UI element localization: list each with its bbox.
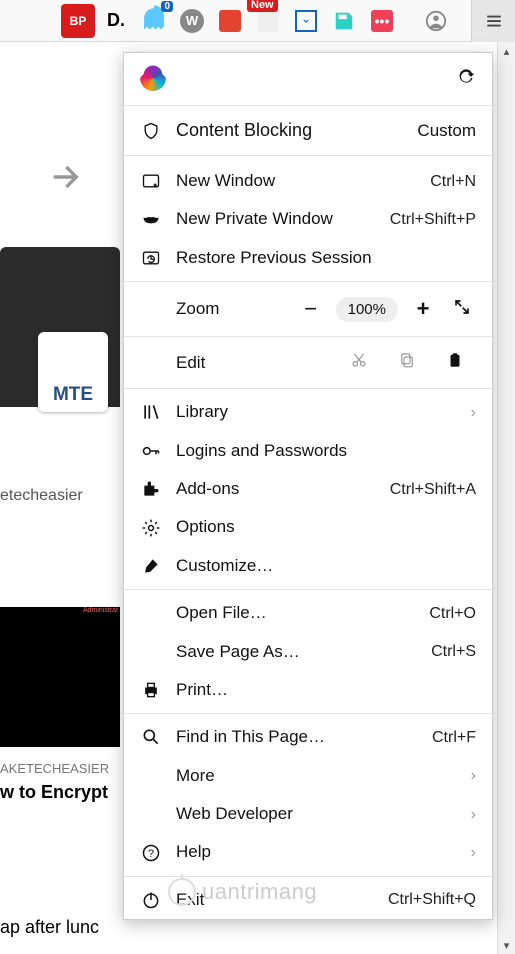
restore-label: Restore Previous Session [176,248,476,268]
search-icon [140,727,162,747]
print-icon [140,680,162,700]
zoom-in-button[interactable]: + [404,296,442,322]
logins-label: Logins and Passwords [176,441,476,461]
content-blocking-label: Content Blocking [176,120,403,141]
customize-item[interactable]: Customize… [124,547,492,585]
hamburger-menu-button[interactable] [471,0,515,42]
watermark: uantrimang [168,878,317,906]
options-item[interactable]: Options [124,508,492,546]
copy-icon[interactable] [386,351,428,374]
account-icon[interactable] [419,4,453,38]
card2-title: w to Encrypt [0,782,108,803]
forward-arrow-icon[interactable] [48,160,82,199]
fullscreen-icon[interactable] [448,298,476,321]
library-item[interactable]: Library › [124,393,492,431]
page-scrollbar[interactable]: ▴ ▾ [497,42,515,954]
exit-shortcut: Ctrl+Shift+Q [388,890,476,909]
chevron-right-icon: › [464,805,476,824]
logins-item[interactable]: Logins and Passwords [124,432,492,470]
key-icon [140,441,162,461]
duck-icon[interactable]: D. [99,4,133,38]
edit-row: Edit [124,341,492,384]
help-label: Help [176,842,450,862]
save-as-item[interactable]: Save Page As… Ctrl+S [124,633,492,671]
new-private-shortcut: Ctrl+Shift+P [390,210,476,229]
adblock-icon[interactable]: BP [61,4,95,38]
scroll-down-icon[interactable]: ▾ [498,936,515,954]
brush-icon [140,556,162,576]
new-private-label: New Private Window [176,209,376,229]
app-menu: Content Blocking Custom New Window Ctrl+… [123,52,493,920]
new-ext-icon[interactable]: New [251,4,285,38]
chevron-right-icon: › [464,843,476,862]
help-item[interactable]: ? Help › [124,833,492,871]
options-label: Options [176,517,476,537]
save-as-shortcut: Ctrl+S [431,642,476,661]
restore-session-item[interactable]: Restore Previous Session [124,239,492,277]
customize-label: Customize… [176,556,476,576]
card3-line: ap after lunc [0,917,99,938]
browser-toolbar: BP D. 0 W New ••• [0,0,515,42]
find-item[interactable]: Find in This Page… Ctrl+F [124,718,492,756]
restore-icon [140,248,162,268]
gear-icon [140,518,162,538]
svg-text:?: ? [148,848,154,860]
power-icon [140,890,162,910]
zoom-label: Zoom [140,299,286,319]
ghostery-icon[interactable]: 0 [137,4,171,38]
webdev-label: Web Developer [176,804,450,824]
library-label: Library [176,402,450,422]
cut-icon[interactable] [338,351,380,374]
watermark-bulb-icon [168,878,196,906]
help-icon: ? [140,843,162,863]
chevron-right-icon: › [464,403,476,422]
zoom-row: Zoom − 100% + [124,286,492,332]
edit-label: Edit [140,353,332,373]
more-label: More [176,766,450,786]
paste-icon[interactable] [434,351,476,374]
lastpass-icon[interactable]: ••• [365,4,399,38]
more-item[interactable]: More › [124,757,492,795]
library-icon [140,402,162,422]
find-label: Find in This Page… [176,727,418,747]
open-file-label: Open File… [176,603,415,623]
print-label: Print… [176,680,476,700]
save-as-label: Save Page As… [176,642,417,662]
new-badge: New [247,0,278,12]
sync-refresh-icon[interactable] [456,66,476,91]
addons-shortcut: Ctrl+Shift+A [390,480,476,499]
new-window-shortcut: Ctrl+N [430,172,476,191]
find-shortcut: Ctrl+F [432,728,476,747]
addons-label: Add-ons [176,479,376,499]
open-file-shortcut: Ctrl+O [429,604,476,623]
new-private-item[interactable]: New Private Window Ctrl+Shift+P [124,200,492,238]
save-icon[interactable] [327,4,361,38]
new-window-label: New Window [176,171,416,191]
card1-label: etecheasier [0,487,83,505]
wallabag-icon[interactable]: W [175,4,209,38]
card2-kicker: AKETECHEASIER [0,761,109,776]
mask-icon [140,210,162,230]
chevron-right-icon: › [464,766,476,785]
card2-thumb-term: Administrat [0,607,120,747]
puzzle-icon [140,479,162,499]
open-file-item[interactable]: Open File… Ctrl+O [124,594,492,632]
download-icon[interactable] [289,4,323,38]
scroll-up-icon[interactable]: ▴ [498,42,515,60]
zoom-value[interactable]: 100% [336,297,398,322]
addons-item[interactable]: Add-ons Ctrl+Shift+A [124,470,492,508]
todoist-icon[interactable] [213,4,247,38]
new-window-icon [140,171,162,191]
zoom-out-button[interactable]: − [292,296,330,322]
content-blocking-mode: Custom [417,121,476,141]
card1-badge: MTE [38,332,108,412]
fxa-account-icon[interactable] [140,65,166,91]
print-item[interactable]: Print… [124,671,492,709]
webdev-item[interactable]: Web Developer › [124,795,492,833]
content-blocking-row[interactable]: Content Blocking Custom [124,106,492,156]
shield-icon [140,121,162,141]
new-window-item[interactable]: New Window Ctrl+N [124,162,492,200]
